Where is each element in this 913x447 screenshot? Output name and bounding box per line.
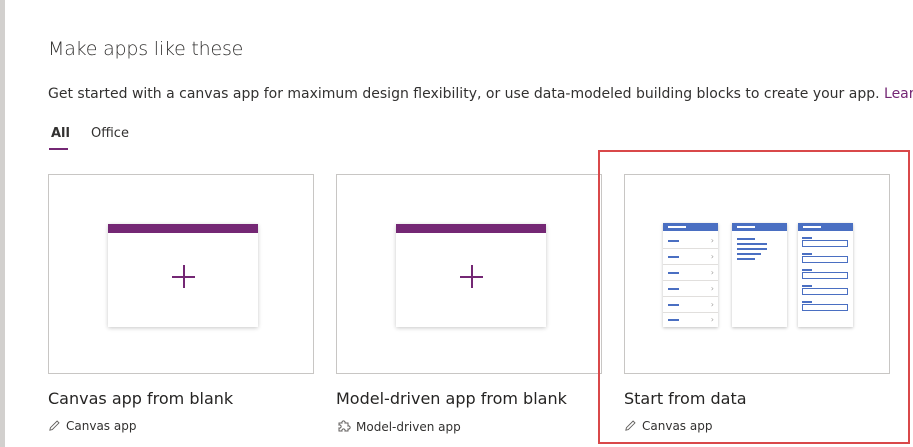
pencil-icon [49, 420, 60, 431]
window-left-edge [0, 0, 5, 447]
tab-all[interactable]: All [51, 126, 70, 141]
card-title[interactable]: Model-driven app from blank [336, 389, 567, 408]
detail-line [737, 248, 767, 250]
form-label [802, 237, 812, 239]
detail-line [737, 253, 761, 255]
app-type-text: Canvas app [642, 419, 713, 433]
tab-office[interactable]: Office [91, 126, 129, 141]
list-item: › [663, 265, 718, 281]
plus-icon-vertical [183, 265, 185, 288]
browse-screen-panel: › › › › › › [663, 223, 718, 327]
canvas-blank-thumbnail [108, 224, 258, 327]
edit-screen-panel [798, 223, 853, 327]
panel-header [663, 223, 718, 231]
list-item: › [663, 297, 718, 313]
list-item: › [663, 233, 718, 249]
puzzle-icon [338, 420, 351, 432]
list-item: › [663, 249, 718, 265]
learn-more-link[interactable]: Lear [884, 86, 913, 102]
panel-header [798, 223, 853, 231]
form-field [802, 240, 848, 247]
detail-screen-panel [732, 223, 787, 327]
list-item: › [663, 281, 718, 297]
app-type-label: Model-driven app [337, 419, 461, 434]
list-item: › [663, 312, 718, 327]
form-field [802, 304, 848, 311]
detail-line [737, 238, 755, 240]
section-heading: Make apps like these [48, 38, 244, 60]
app-type-label: Canvas app [624, 419, 712, 433]
model-driven-app-blank-card[interactable] [336, 174, 602, 374]
detail-line [737, 258, 755, 260]
form-field [802, 272, 848, 279]
app-type-label: Canvas app [48, 419, 136, 433]
card-title[interactable]: Start from data [624, 389, 747, 408]
app-type-text: Canvas app [66, 419, 137, 433]
pencil-icon [625, 420, 636, 431]
form-label [802, 269, 812, 271]
canvas-app-blank-card[interactable] [48, 174, 314, 374]
section-description: Get started with a canvas app for maximu… [48, 86, 913, 102]
start-from-data-card[interactable]: › › › › › › [624, 174, 890, 374]
thumbnail-title-bar [108, 224, 258, 233]
active-tab-indicator [49, 148, 68, 150]
form-field [802, 288, 848, 295]
form-label [802, 285, 812, 287]
form-label [802, 301, 812, 303]
form-label [802, 253, 812, 255]
detail-line [737, 243, 767, 245]
thumbnail-title-bar [396, 224, 546, 233]
card-title[interactable]: Canvas app from blank [48, 389, 233, 408]
panel-header [732, 223, 787, 231]
form-field [802, 256, 848, 263]
app-type-text: Model-driven app [356, 420, 461, 434]
model-driven-blank-thumbnail [396, 224, 546, 327]
description-text: Get started with a canvas app for maximu… [48, 86, 880, 102]
plus-icon-vertical [471, 265, 473, 288]
